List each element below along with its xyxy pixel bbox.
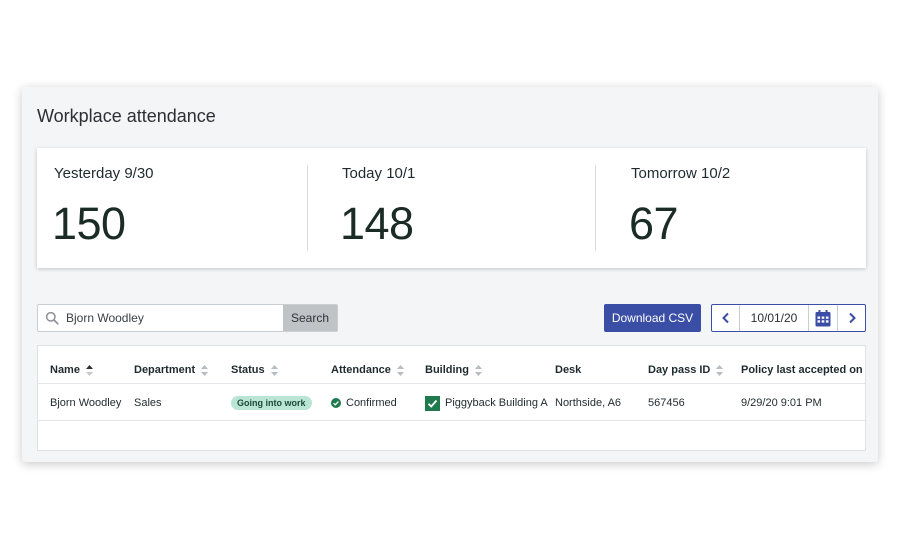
column-header-day-pass-id[interactable]: Day pass ID [648,364,724,376]
column-label: Desk [555,364,582,376]
column-header-attendance[interactable]: Attendance [331,364,404,376]
cell-day-pass-id: 567456 [648,397,685,409]
column-header-department[interactable]: Department [134,364,209,376]
calendar-button[interactable] [808,305,837,331]
attendance-table: Name Department Status Attendance Buildi… [37,345,866,451]
column-label: Building [425,364,469,376]
cell-desk: Northside, A6 [555,397,622,409]
cell-building: Piggyback Building A [425,395,548,411]
attendance-label: Confirmed [346,397,397,409]
stat-tomorrow: Tomorrow 10/2 67 [629,148,861,268]
chevron-right-icon [848,312,856,324]
column-header-name[interactable]: Name [50,364,93,376]
next-date-button[interactable] [837,305,865,331]
calendar-icon [815,309,831,326]
sort-icon [716,364,724,376]
cell-name: Bjorn Woodley [50,397,122,409]
chevron-left-icon [721,312,729,324]
header-divider [38,383,865,384]
cell-policy-accepted: 9/29/20 9:01 PM [741,397,822,409]
column-header-desk: Desk [555,364,581,376]
cell-attendance: Confirmed [331,396,397,410]
stats-card: Yesterday 9/30 150 Today 10/1 148 Tomorr… [37,148,866,268]
search-button[interactable]: Search [283,305,337,331]
attendance-panel: Workplace attendance Yesterday 9/30 150 … [22,87,878,462]
stat-today: Today 10/1 148 [340,148,592,268]
sort-icon [270,364,278,376]
column-label: Attendance [331,364,391,376]
check-circle-icon [331,398,341,408]
column-header-building[interactable]: Building [425,364,482,376]
stat-label: Tomorrow 10/2 [631,165,731,182]
checkbox-icon [425,395,440,411]
stat-label: Today 10/1 [342,165,416,182]
search-box: Search [37,304,338,332]
column-header-status[interactable]: Status [231,364,278,376]
column-label: Policy last accepted on [741,364,863,376]
status-badge: Going into work [231,396,312,410]
search-input[interactable] [66,305,284,331]
stat-label: Yesterday 9/30 [54,165,154,182]
cell-department: Sales [134,397,162,409]
search-icon [45,311,59,325]
download-csv-button[interactable]: Download CSV [604,304,701,332]
page-title: Workplace attendance [37,106,216,126]
stat-divider [307,165,308,251]
date-value[interactable]: 10/01/20 [740,305,808,331]
stat-yesterday: Yesterday 9/30 150 [52,148,304,268]
date-navigator: 10/01/20 [711,304,866,332]
sort-ascending-icon [85,364,93,376]
column-label: Status [231,364,265,376]
column-header-policy-accepted[interactable]: Policy last accepted on [741,364,865,376]
row-divider [38,420,865,421]
previous-date-button[interactable] [712,305,740,331]
sort-icon [201,364,209,376]
column-label: Day pass ID [648,364,711,376]
stat-value: 67 [629,198,679,249]
stat-divider [595,165,596,251]
cell-status: Going into work [231,396,312,410]
sort-icon [396,364,404,376]
column-label: Name [50,364,80,376]
stat-value: 150 [52,198,126,249]
stat-value: 148 [340,198,414,249]
building-label: Piggyback Building A [445,397,548,409]
sort-icon [475,364,482,376]
column-label: Department [134,364,196,376]
